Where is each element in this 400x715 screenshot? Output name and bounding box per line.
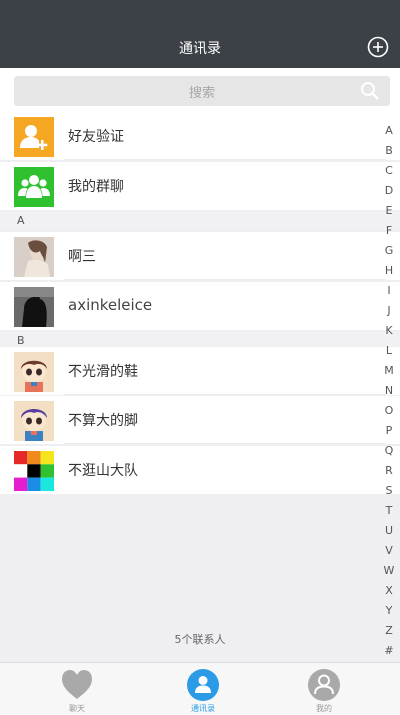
section-letter: A xyxy=(17,214,25,227)
friend-verification-item[interactable]: 好友验证 xyxy=(0,112,400,160)
page-title: 通讯录 xyxy=(179,41,221,57)
contact-row[interactable]: 不光滑的鞋 xyxy=(0,347,400,395)
index-letter[interactable]: J xyxy=(382,301,396,321)
contact-row[interactable]: 不逛山大队 xyxy=(0,446,400,494)
index-letter[interactable]: C xyxy=(382,161,396,181)
avatar xyxy=(14,451,54,491)
index-letter[interactable]: M xyxy=(382,361,396,381)
index-letter[interactable]: B xyxy=(382,141,396,161)
search-placeholder: 搜索 xyxy=(188,86,215,101)
search-input[interactable]: 搜索 xyxy=(14,76,390,106)
index-letter[interactable]: R xyxy=(382,461,396,481)
list-item-label: 我的群聊 xyxy=(68,179,124,195)
nav-bar: 通讯录 xyxy=(0,28,400,68)
my-groups-item[interactable]: 我的群聊 xyxy=(0,162,400,210)
avatar xyxy=(14,287,54,327)
index-letter[interactable]: D xyxy=(382,181,396,201)
tab-profile[interactable]: 我的 xyxy=(284,665,364,713)
contact-name: 啊三 xyxy=(68,249,96,265)
contact-name: 不光滑的鞋 xyxy=(68,364,138,380)
section-letter: B xyxy=(17,334,25,347)
index-letter[interactable]: N xyxy=(382,381,396,401)
contact-row[interactable]: 啊三 xyxy=(0,232,400,280)
index-letter[interactable]: V xyxy=(382,541,396,561)
index-letter[interactable]: K xyxy=(382,321,396,341)
tab-label: 聊天 xyxy=(69,704,85,713)
add-icon[interactable] xyxy=(367,36,389,58)
tab-label: 我的 xyxy=(316,704,332,713)
index-letter[interactable]: T xyxy=(382,501,396,521)
index-letter[interactable]: I xyxy=(382,281,396,301)
index-letter[interactable]: U xyxy=(382,521,396,541)
tab-label: 通讯录 xyxy=(191,704,215,713)
contact-count: 5个联系人 xyxy=(174,633,226,646)
tab-bar: 聊天 通讯录 我的 xyxy=(0,662,400,715)
list-item-label: 好友验证 xyxy=(68,129,124,145)
index-letter[interactable]: H xyxy=(382,261,396,281)
index-letter[interactable]: Q xyxy=(382,441,396,461)
heart-icon xyxy=(62,670,92,699)
status-bar xyxy=(0,0,400,28)
search-icon[interactable] xyxy=(360,81,380,101)
tab-chat[interactable]: 聊天 xyxy=(37,665,117,713)
section-header: A xyxy=(0,212,400,230)
contact-row[interactable]: 不算大的脚 xyxy=(0,396,400,444)
index-letter[interactable]: S xyxy=(382,481,396,501)
contact-name: 不逛山大队 xyxy=(68,463,138,479)
contact-name: 不算大的脚 xyxy=(68,413,138,429)
group-icon xyxy=(14,167,54,207)
add-friend-icon xyxy=(14,117,54,157)
index-letter[interactable]: Y xyxy=(382,601,396,621)
index-letter[interactable]: P xyxy=(382,421,396,441)
index-letter[interactable]: G xyxy=(382,241,396,261)
index-letter[interactable]: E xyxy=(382,201,396,221)
index-letter[interactable]: L xyxy=(382,341,396,361)
contact-row[interactable]: axinkeleice xyxy=(0,282,400,330)
contact-name: axinkeleice xyxy=(68,296,153,314)
index-letter[interactable]: F xyxy=(382,221,396,241)
avatar xyxy=(14,352,54,392)
tab-contacts[interactable]: 通讯录 xyxy=(163,665,243,713)
avatar xyxy=(14,401,54,441)
contacts-icon xyxy=(187,669,219,701)
profile-icon xyxy=(308,669,340,701)
avatar xyxy=(14,237,54,277)
index-letter[interactable]: X xyxy=(382,581,396,601)
search-container: 搜索 xyxy=(0,68,400,112)
alphabet-index[interactable]: A B C D E F G H I J K L M N O P Q R S T U V W X Y Z # xyxy=(382,121,396,661)
index-letter[interactable]: O xyxy=(382,401,396,421)
index-letter[interactable]: W xyxy=(382,561,396,581)
index-letter[interactable]: A xyxy=(382,121,396,141)
